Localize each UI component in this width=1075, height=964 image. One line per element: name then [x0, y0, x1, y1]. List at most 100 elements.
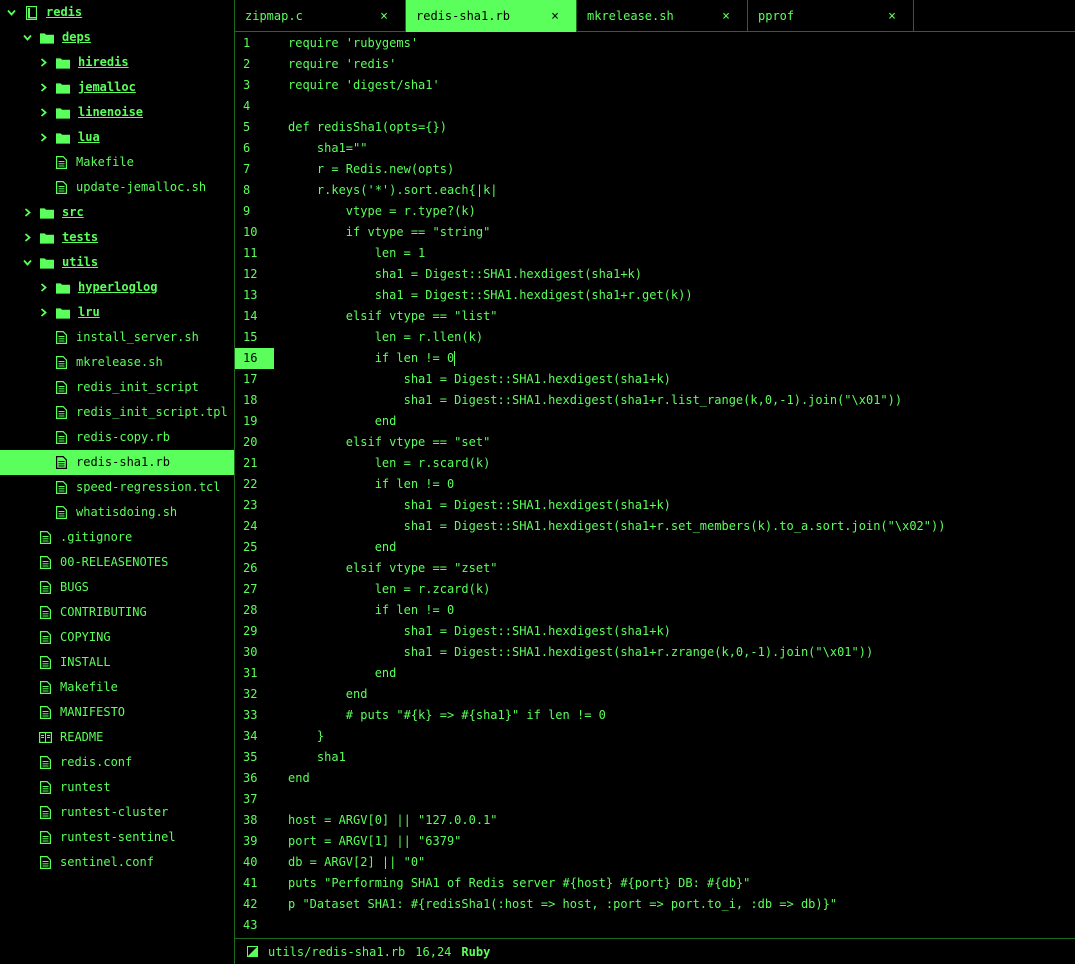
code-line[interactable]: 7 r = Redis.new(opts) — [235, 159, 1075, 180]
code-line[interactable]: 4 — [235, 96, 1075, 117]
code-line[interactable]: 15 len = r.llen(k) — [235, 327, 1075, 348]
tree-item-tests[interactable]: tests — [0, 225, 234, 250]
code-line[interactable]: 11 len = 1 — [235, 243, 1075, 264]
tree-item-redis[interactable]: redis — [0, 0, 234, 25]
code-line[interactable]: 28 if len != 0 — [235, 600, 1075, 621]
code-line[interactable]: 24 sha1 = Digest::SHA1.hexdigest(sha1+r.… — [235, 516, 1075, 537]
chevron-right-icon[interactable] — [38, 83, 48, 93]
tree-item-speed-regression-tcl[interactable]: speed-regression.tcl — [0, 475, 234, 500]
chevron-right-icon[interactable] — [38, 308, 48, 318]
chevron-right-icon[interactable] — [38, 133, 48, 143]
tree-item-linenoise[interactable]: linenoise — [0, 100, 234, 125]
tree-item-redis-init-script[interactable]: redis_init_script — [0, 375, 234, 400]
tree-item-readme[interactable]: README — [0, 725, 234, 750]
code-line[interactable]: 18 sha1 = Digest::SHA1.hexdigest(sha1+r.… — [235, 390, 1075, 411]
code-line[interactable]: 16 if len != 0 — [235, 348, 1075, 369]
split-pane-icon[interactable] — [247, 946, 258, 957]
code-line[interactable]: 21 len = r.scard(k) — [235, 453, 1075, 474]
tree-item-mkrelease-sh[interactable]: mkrelease.sh — [0, 350, 234, 375]
chevron-right-icon[interactable] — [22, 208, 32, 218]
chevron-down-icon[interactable] — [22, 258, 32, 268]
chevron-right-icon[interactable] — [38, 58, 48, 68]
code-line[interactable]: 30 sha1 = Digest::SHA1.hexdigest(sha1+r.… — [235, 642, 1075, 663]
code-line[interactable]: 9 vtype = r.type?(k) — [235, 201, 1075, 222]
close-icon[interactable]: × — [377, 9, 391, 24]
tree-item-hiredis[interactable]: hiredis — [0, 50, 234, 75]
tree-item-makefile[interactable]: Makefile — [0, 150, 234, 175]
code-line[interactable]: 36 end — [235, 768, 1075, 789]
code-line[interactable]: 14 elsif vtype == "list" — [235, 306, 1075, 327]
code-line[interactable]: 23 sha1 = Digest::SHA1.hexdigest(sha1+k) — [235, 495, 1075, 516]
code-line[interactable]: 1 require 'rubygems' — [235, 33, 1075, 54]
close-icon[interactable]: × — [548, 9, 562, 24]
code-line[interactable]: 39 port = ARGV[1] || "6379" — [235, 831, 1075, 852]
tree-item-gitignore[interactable]: .gitignore — [0, 525, 234, 550]
tree-item-redis-init-script-tpl[interactable]: redis_init_script.tpl — [0, 400, 234, 425]
tree-item-sentinel-conf[interactable]: sentinel.conf — [0, 850, 234, 875]
tab-redis-sha1-rb[interactable]: redis-sha1.rb × — [406, 0, 577, 32]
code-line[interactable]: 38 host = ARGV[0] || "127.0.0.1" — [235, 810, 1075, 831]
code-line[interactable]: 29 sha1 = Digest::SHA1.hexdigest(sha1+k) — [235, 621, 1075, 642]
code-line[interactable]: 13 sha1 = Digest::SHA1.hexdigest(sha1+r.… — [235, 285, 1075, 306]
tree-item-install-server-sh[interactable]: install_server.sh — [0, 325, 234, 350]
code-line[interactable]: 32 end — [235, 684, 1075, 705]
tree-item-update-jemalloc-sh[interactable]: update-jemalloc.sh — [0, 175, 234, 200]
tree-item-manifesto[interactable]: MANIFESTO — [0, 700, 234, 725]
tree-item-00-releasenotes[interactable]: 00-RELEASENOTES — [0, 550, 234, 575]
chevron-right-icon[interactable] — [22, 233, 32, 243]
code-line[interactable]: 27 len = r.zcard(k) — [235, 579, 1075, 600]
code-line[interactable]: 2 require 'redis' — [235, 54, 1075, 75]
chevron-right-icon[interactable] — [38, 283, 48, 293]
tab-zipmap-c[interactable]: zipmap.c × — [235, 0, 406, 32]
code-line[interactable]: 31 end — [235, 663, 1075, 684]
code-line[interactable]: 34 } — [235, 726, 1075, 747]
chevron-down-icon[interactable] — [22, 33, 32, 43]
tree-item-runtest-cluster[interactable]: runtest-cluster — [0, 800, 234, 825]
code-line[interactable]: 26 elsif vtype == "zset" — [235, 558, 1075, 579]
tree-item-redis-conf[interactable]: redis.conf — [0, 750, 234, 775]
code-line[interactable]: 43 — [235, 915, 1075, 936]
code-line[interactable]: 33 # puts "#{k} => #{sha1}" if len != 0 — [235, 705, 1075, 726]
code-line[interactable]: 20 elsif vtype == "set" — [235, 432, 1075, 453]
code-line[interactable]: 42 p "Dataset SHA1: #{redisSha1(:host => … — [235, 894, 1075, 915]
close-icon[interactable]: × — [885, 9, 899, 24]
tab-mkrelease-sh[interactable]: mkrelease.sh × — [577, 0, 748, 32]
code-line[interactable]: 22 if len != 0 — [235, 474, 1075, 495]
code-line[interactable]: 5 def redisSha1(opts={}) — [235, 117, 1075, 138]
tree-item-utils[interactable]: utils — [0, 250, 234, 275]
code-line[interactable]: 40 db = ARGV[2] || "0" — [235, 852, 1075, 873]
code-line[interactable]: 17 sha1 = Digest::SHA1.hexdigest(sha1+k) — [235, 369, 1075, 390]
code-line[interactable]: 19 end — [235, 411, 1075, 432]
tree-item-src[interactable]: src — [0, 200, 234, 225]
tree-item-runtest[interactable]: runtest — [0, 775, 234, 800]
tree-item-whatisdoing-sh[interactable]: whatisdoing.sh — [0, 500, 234, 525]
tree-item-jemalloc[interactable]: jemalloc — [0, 75, 234, 100]
tree-item-lua[interactable]: lua — [0, 125, 234, 150]
tab-pprof[interactable]: pprof × — [748, 0, 914, 32]
code-line[interactable]: 25 end — [235, 537, 1075, 558]
code-line[interactable]: 6 sha1="" — [235, 138, 1075, 159]
tree-item-install[interactable]: INSTALL — [0, 650, 234, 675]
tree-item-lru[interactable]: lru — [0, 300, 234, 325]
tree-item-redis-copy-rb[interactable]: redis-copy.rb — [0, 425, 234, 450]
code-line[interactable]: 37 — [235, 789, 1075, 810]
tree-item-copying[interactable]: COPYING — [0, 625, 234, 650]
chevron-down-icon[interactable] — [6, 8, 16, 18]
code-line[interactable]: 41 puts "Performing SHA1 of Redis server … — [235, 873, 1075, 894]
tree-item-bugs[interactable]: BUGS — [0, 575, 234, 600]
close-icon[interactable]: × — [719, 9, 733, 24]
code-line[interactable]: 8 r.keys('*').sort.each{|k| — [235, 180, 1075, 201]
tree-item-makefile[interactable]: Makefile — [0, 675, 234, 700]
tree-item-hyperloglog[interactable]: hyperloglog — [0, 275, 234, 300]
code-line[interactable]: 12 sha1 = Digest::SHA1.hexdigest(sha1+k) — [235, 264, 1075, 285]
tree-item-redis-sha1-rb[interactable]: redis-sha1.rb — [0, 450, 234, 475]
code-line[interactable]: 10 if vtype == "string" — [235, 222, 1075, 243]
code-editor[interactable]: 1 require 'rubygems' 2 require 'redis' 3 requ… — [235, 32, 1075, 938]
code-line[interactable]: 3 require 'digest/sha1' — [235, 75, 1075, 96]
status-language[interactable]: Ruby — [461, 945, 490, 959]
chevron-right-icon[interactable] — [38, 108, 48, 118]
tree-item-contributing[interactable]: CONTRIBUTING — [0, 600, 234, 625]
tree-item-runtest-sentinel[interactable]: runtest-sentinel — [0, 825, 234, 850]
tree-item-deps[interactable]: deps — [0, 25, 234, 50]
code-line[interactable]: 35 sha1 — [235, 747, 1075, 768]
